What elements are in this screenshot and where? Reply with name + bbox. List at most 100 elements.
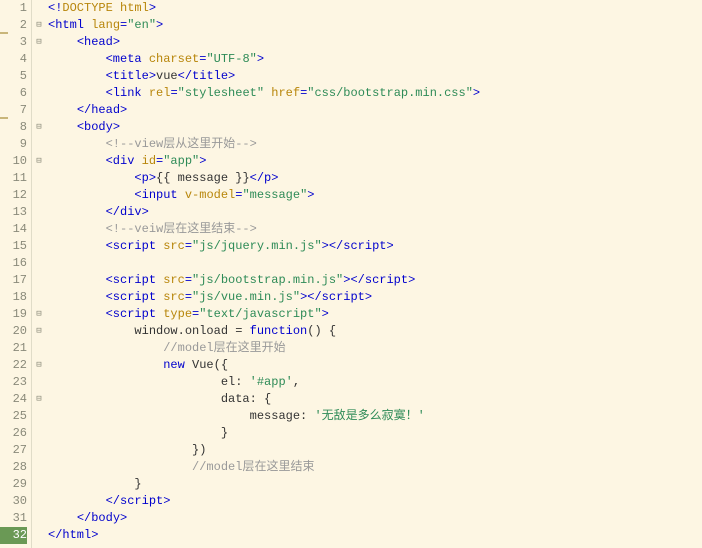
code-line[interactable]: </html> <box>48 527 702 544</box>
fold-marker[interactable]: ⊟ <box>32 119 46 136</box>
line-number[interactable]: 3 <box>0 34 27 51</box>
line-number[interactable]: 31 <box>0 510 27 527</box>
fold-marker[interactable]: ⊟ <box>32 34 46 51</box>
code-line[interactable]: <script src="js/vue.min.js"></script> <box>48 289 702 306</box>
line-number[interactable]: 13 <box>0 204 27 221</box>
fold-marker <box>32 272 46 289</box>
fold-marker[interactable]: ⊟ <box>32 357 46 374</box>
line-number-gutter[interactable]: 1234567891011121314151617181920212223242… <box>0 0 32 548</box>
code-line[interactable]: <head> <box>48 34 702 51</box>
code-line[interactable]: <div id="app"> <box>48 153 702 170</box>
line-number[interactable]: 16 <box>0 255 27 272</box>
code-line[interactable]: <p>{{ message }}</p> <box>48 170 702 187</box>
line-number[interactable]: 15 <box>0 238 27 255</box>
code-line[interactable]: <body> <box>48 119 702 136</box>
line-number[interactable]: 22 <box>0 357 27 374</box>
token-tag: <title> <box>106 69 156 83</box>
code-line[interactable]: </body> <box>48 510 702 527</box>
line-number[interactable]: 11 <box>0 170 27 187</box>
code-line[interactable]: <script src="js/jquery.min.js"></script> <box>48 238 702 255</box>
code-line[interactable]: <html lang="en"> <box>48 17 702 34</box>
line-number[interactable]: 18 <box>0 289 27 306</box>
line-number[interactable]: 10 <box>0 153 27 170</box>
line-number[interactable]: 1 <box>0 0 27 17</box>
fold-marker <box>32 493 46 510</box>
token-txt <box>48 103 77 117</box>
code-line[interactable] <box>48 255 702 272</box>
token-tag: = <box>185 290 192 304</box>
line-number[interactable]: 7 <box>0 102 27 119</box>
code-line[interactable]: data: { <box>48 391 702 408</box>
line-number[interactable]: 29 <box>0 476 27 493</box>
line-number[interactable]: 19 <box>0 306 27 323</box>
code-line[interactable]: <!DOCTYPE html> <box>48 0 702 17</box>
code-line[interactable]: </script> <box>48 493 702 510</box>
token-attr: html <box>120 1 149 15</box>
line-number[interactable]: 12 <box>0 187 27 204</box>
line-number[interactable]: 21 <box>0 340 27 357</box>
line-number[interactable]: 32 <box>0 527 27 544</box>
code-line[interactable]: } <box>48 476 702 493</box>
token-tag: <input <box>134 188 184 202</box>
code-line[interactable]: new Vue({ <box>48 357 702 374</box>
token-attr: type <box>163 307 192 321</box>
fold-marker[interactable]: ⊟ <box>32 153 46 170</box>
token-tag: <html <box>48 18 91 32</box>
token-tag: script> <box>120 494 170 508</box>
code-line[interactable]: <link rel="stylesheet" href="css/bootstr… <box>48 85 702 102</box>
line-number[interactable]: 2 <box>0 17 27 34</box>
line-number[interactable]: 8 <box>0 119 27 136</box>
code-line[interactable]: window.onload = function() { <box>48 323 702 340</box>
code-line[interactable]: el: '#app', <box>48 374 702 391</box>
code-line[interactable]: } <box>48 425 702 442</box>
fold-gutter[interactable]: ⊟⊟⊟⊟⊟⊟⊟⊟ <box>32 0 46 548</box>
token-tag: </body> <box>77 511 127 525</box>
code-line[interactable]: </head> <box>48 102 702 119</box>
code-line[interactable]: <input v-model="message"> <box>48 187 702 204</box>
token-str: '无敌是多么寂寞！' <box>314 409 424 423</box>
line-number[interactable]: 6 <box>0 85 27 102</box>
line-number[interactable]: 27 <box>0 442 27 459</box>
code-line[interactable]: //model层在这里开始 <box>48 340 702 357</box>
line-number[interactable]: 24 <box>0 391 27 408</box>
code-line[interactable]: <!--veiw层在这里结束--> <box>48 221 702 238</box>
line-number[interactable]: 14 <box>0 221 27 238</box>
line-number[interactable]: 28 <box>0 459 27 476</box>
fold-marker[interactable]: ⊟ <box>32 391 46 408</box>
line-number[interactable]: 9 <box>0 136 27 153</box>
fold-marker[interactable]: ⊟ <box>32 17 46 34</box>
line-number[interactable]: 26 <box>0 425 27 442</box>
code-line[interactable]: //model层在这里结束 <box>48 459 702 476</box>
code-line[interactable]: <!--view层从这里开始--> <box>48 136 702 153</box>
token-attr: DOCTYPE <box>62 1 112 15</box>
line-number[interactable]: 4 <box>0 51 27 68</box>
code-line[interactable]: message: '无敌是多么寂寞！' <box>48 408 702 425</box>
code-editor[interactable]: 1234567891011121314151617181920212223242… <box>0 0 702 548</box>
code-line[interactable]: <script src="js/bootstrap.min.js"></scri… <box>48 272 702 289</box>
code-area[interactable]: <!DOCTYPE html><html lang="en"> <head> <… <box>46 0 702 548</box>
code-line[interactable]: <script type="text/javascript"> <box>48 306 702 323</box>
token-str: "UTF-8" <box>206 52 256 66</box>
token-tag: ></ <box>300 290 322 304</box>
line-number[interactable]: 20 <box>0 323 27 340</box>
line-number[interactable]: 5 <box>0 68 27 85</box>
token-str: "en" <box>127 18 156 32</box>
code-line[interactable]: }) <box>48 442 702 459</box>
line-number[interactable]: 17 <box>0 272 27 289</box>
token-kw: new <box>163 358 185 372</box>
token-attr: rel <box>149 86 171 100</box>
line-number[interactable]: 25 <box>0 408 27 425</box>
line-number[interactable]: 23 <box>0 374 27 391</box>
fold-marker[interactable]: ⊟ <box>32 306 46 323</box>
line-number[interactable]: 30 <box>0 493 27 510</box>
code-line[interactable]: <meta charset="UTF-8"> <box>48 51 702 68</box>
code-line[interactable]: </div> <box>48 204 702 221</box>
token-str: "css/bootstrap.min.css" <box>307 86 473 100</box>
token-com: //model层在这里开始 <box>163 341 285 355</box>
token-tag: <body> <box>77 120 120 134</box>
token-txt <box>48 307 106 321</box>
fold-marker[interactable]: ⊟ <box>32 323 46 340</box>
fold-marker <box>32 221 46 238</box>
code-line[interactable]: <title>vue</title> <box>48 68 702 85</box>
token-attr: src <box>163 239 185 253</box>
